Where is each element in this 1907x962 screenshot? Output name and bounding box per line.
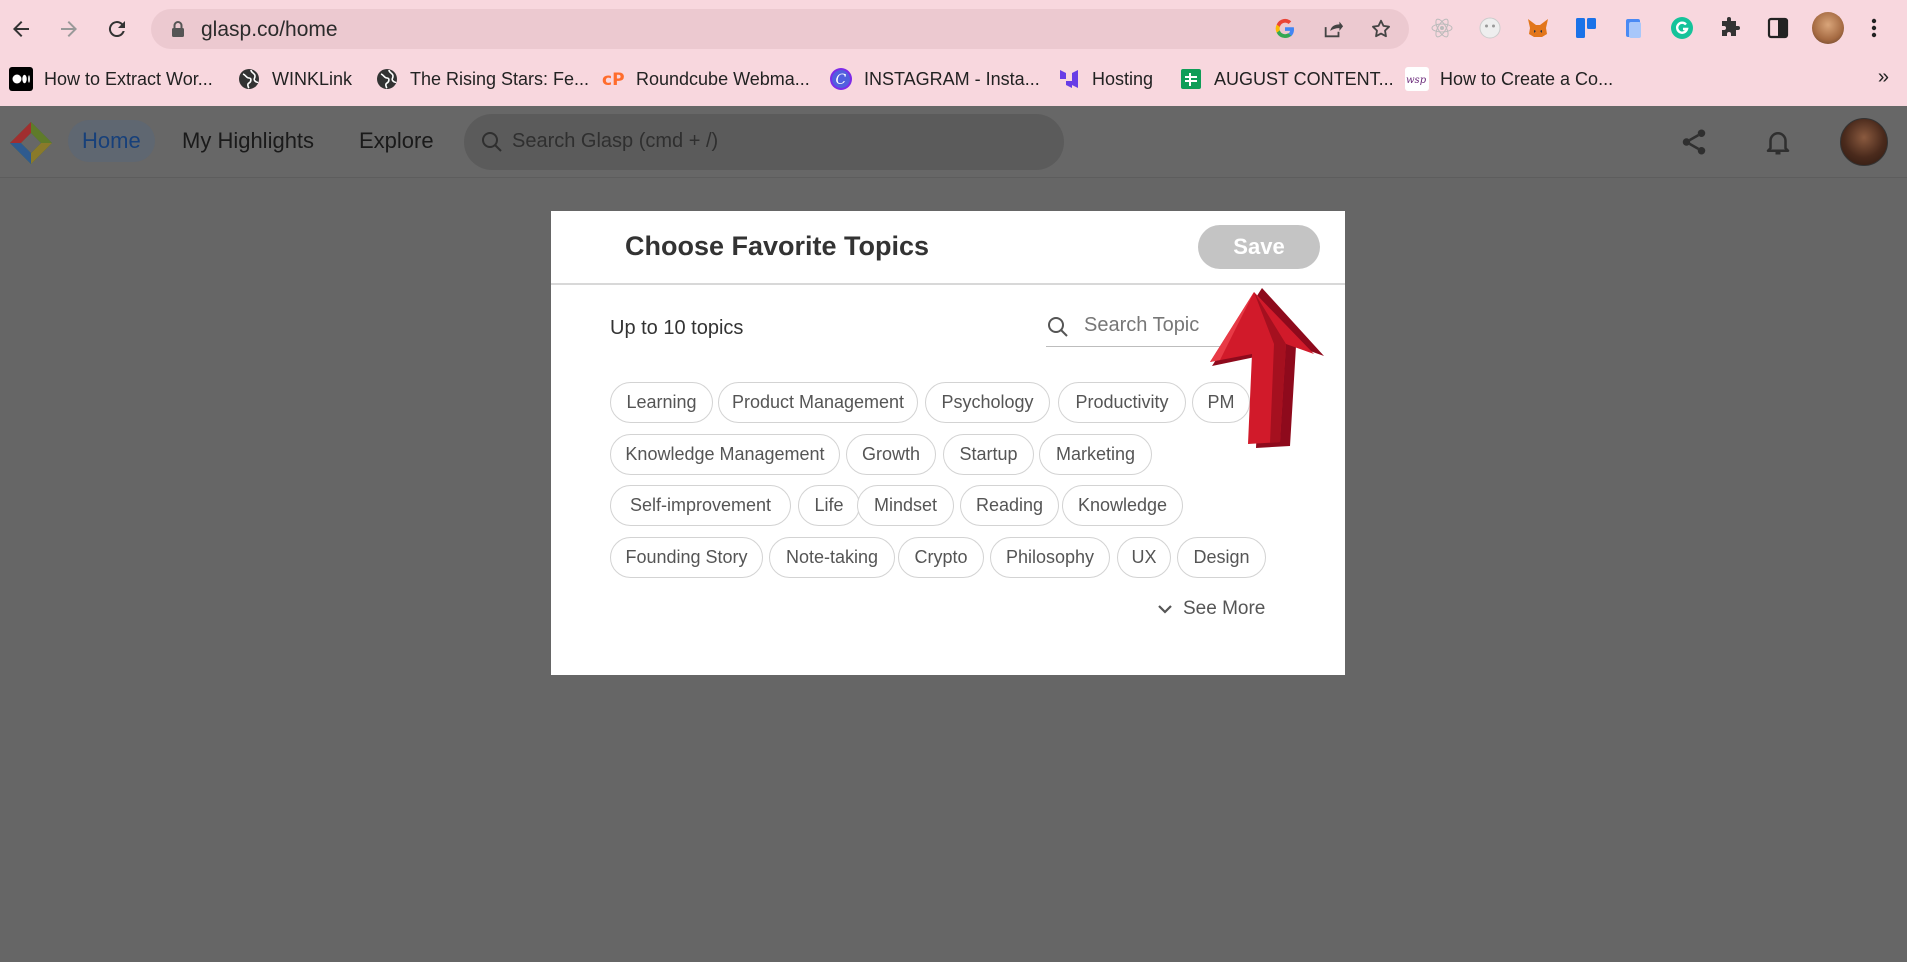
topic-chip[interactable]: Product Management (718, 382, 918, 423)
hostinger-icon (1056, 66, 1082, 92)
more-vert-icon[interactable] (1860, 14, 1888, 42)
profile-avatar[interactable] (1812, 12, 1844, 44)
reload-button[interactable] (100, 12, 134, 46)
clipboard-extension-icon[interactable] (1620, 14, 1648, 42)
bookmark-label: Hosting (1092, 68, 1154, 89)
bookmark-label: AUGUST CONTENT... (1214, 68, 1394, 89)
side-panel-icon[interactable] (1764, 14, 1792, 42)
google-icon[interactable] (1273, 17, 1297, 41)
nav-explore[interactable]: Explore (345, 120, 448, 162)
wsp-icon: wsp (1404, 66, 1430, 92)
modal-title: Choose Favorite Topics (625, 231, 930, 261)
browser-toolbar: glasp.co/home (0, 0, 1907, 58)
topic-chip[interactable]: Mindset (857, 485, 954, 526)
svg-text:C: C (836, 72, 847, 88)
see-more-button[interactable]: See More (1155, 595, 1265, 623)
globe-icon (374, 66, 400, 92)
bookmark-label: The Rising Stars: Fe... (410, 68, 590, 89)
save-button[interactable]: Save (1198, 225, 1320, 269)
topic-chip[interactable]: Reading (960, 485, 1059, 526)
bookmark-label: Roundcube Webma... (636, 68, 810, 89)
react-devtools-icon[interactable] (1428, 14, 1456, 42)
trello-icon[interactable] (1572, 14, 1600, 42)
back-button[interactable] (4, 12, 38, 46)
share-page-icon[interactable] (1321, 17, 1345, 41)
glasp-logo-icon[interactable] (8, 120, 54, 166)
svg-text:cP: cP (602, 70, 625, 90)
metamask-icon[interactable] (1524, 14, 1552, 42)
topic-chip[interactable]: Knowledge (1062, 485, 1183, 526)
topic-chip[interactable]: Learning (610, 382, 713, 423)
bookmark-label: How to Extract Wor... (44, 68, 213, 89)
app-search-placeholder: Search Glasp (cmd + /) (512, 130, 719, 152)
search-icon (1048, 317, 1068, 337)
bookmark-label: INSTAGRAM - Insta... (864, 68, 1040, 89)
topic-limit-text: Up to 10 topics (610, 317, 744, 339)
star-icon[interactable] (1369, 17, 1393, 41)
bookmark-item[interactable]: Hosting (1056, 64, 1153, 94)
lock-icon (172, 21, 184, 37)
address-bar[interactable]: glasp.co/home (151, 9, 1409, 49)
bookmark-item[interactable]: C INSTAGRAM - Insta... (828, 64, 1040, 94)
topic-chip[interactable]: UX (1117, 537, 1171, 578)
svg-text:wsp: wsp (1406, 75, 1427, 86)
topic-chip[interactable]: Crypto (898, 537, 984, 578)
extension-face-icon[interactable] (1476, 14, 1504, 42)
canva-icon: C (828, 66, 854, 92)
topic-chip[interactable]: Knowledge Management (610, 434, 840, 475)
medium-icon (8, 66, 34, 92)
nav-my-highlights[interactable]: My Highlights (168, 120, 328, 162)
url-text: glasp.co/home (201, 18, 338, 41)
bookmark-item[interactable]: WINKLink (236, 64, 352, 94)
app-header: Home My Highlights Explore Search Glasp … (0, 106, 1907, 178)
bookmark-item[interactable]: wsp How to Create a Co... (1404, 64, 1613, 94)
topic-chip[interactable]: Growth (846, 434, 936, 475)
arrow-right-icon (61, 21, 77, 37)
forward-button[interactable] (52, 12, 86, 46)
topic-chip[interactable]: Startup (943, 434, 1034, 475)
reload-icon (108, 21, 125, 38)
topic-search-placeholder: Search Topic (1084, 314, 1200, 336)
see-more-label: See More (1183, 598, 1266, 619)
topic-chip[interactable]: Self-improvement (610, 485, 791, 526)
topic-chip[interactable]: Philosophy (990, 537, 1110, 578)
bookmarks-bar: How to Extract Wor... WINKLink The Risin… (0, 58, 1907, 104)
app-search-input[interactable]: Search Glasp (cmd + /) (464, 114, 1064, 170)
browser-chrome: glasp.co/home How to Extract Wor... WINK… (0, 0, 1907, 106)
topic-chip[interactable]: Life (798, 485, 860, 526)
user-avatar[interactable] (1840, 118, 1888, 166)
topic-chip[interactable]: Psychology (925, 382, 1050, 423)
topic-chip[interactable]: Design (1177, 537, 1266, 578)
arrow-left-icon (13, 21, 29, 37)
bookmark-item[interactable]: The Rising Stars: Fe... (374, 64, 589, 94)
cpanel-icon: cP (600, 66, 626, 92)
bell-icon[interactable] (1760, 124, 1796, 160)
share-icon[interactable] (1676, 124, 1712, 160)
nav-home[interactable]: Home (68, 120, 155, 162)
search-icon (482, 132, 502, 152)
modal-divider (551, 283, 1345, 285)
more-bookmarks-button[interactable]: » (1878, 66, 1889, 89)
bookmark-label: WINKLink (272, 68, 353, 89)
topic-chip[interactable]: Note-taking (769, 537, 895, 578)
globe-icon (236, 66, 262, 92)
puzzle-icon[interactable] (1716, 14, 1744, 42)
topic-chip[interactable]: Marketing (1039, 434, 1152, 475)
grammarly-icon[interactable] (1668, 14, 1696, 42)
chevron-down-icon (1158, 605, 1172, 614)
bookmark-item[interactable]: How to Extract Wor... (8, 64, 213, 94)
sheets-icon (1178, 66, 1204, 92)
red-arrow-annotation (1210, 288, 1324, 448)
topic-chip[interactable]: Productivity (1058, 382, 1186, 423)
bookmark-item[interactable]: cP Roundcube Webma... (600, 64, 810, 94)
bookmark-item[interactable]: AUGUST CONTENT... (1178, 64, 1394, 94)
topic-chip[interactable]: Founding Story (610, 537, 763, 578)
bookmark-label: How to Create a Co... (1440, 68, 1614, 89)
